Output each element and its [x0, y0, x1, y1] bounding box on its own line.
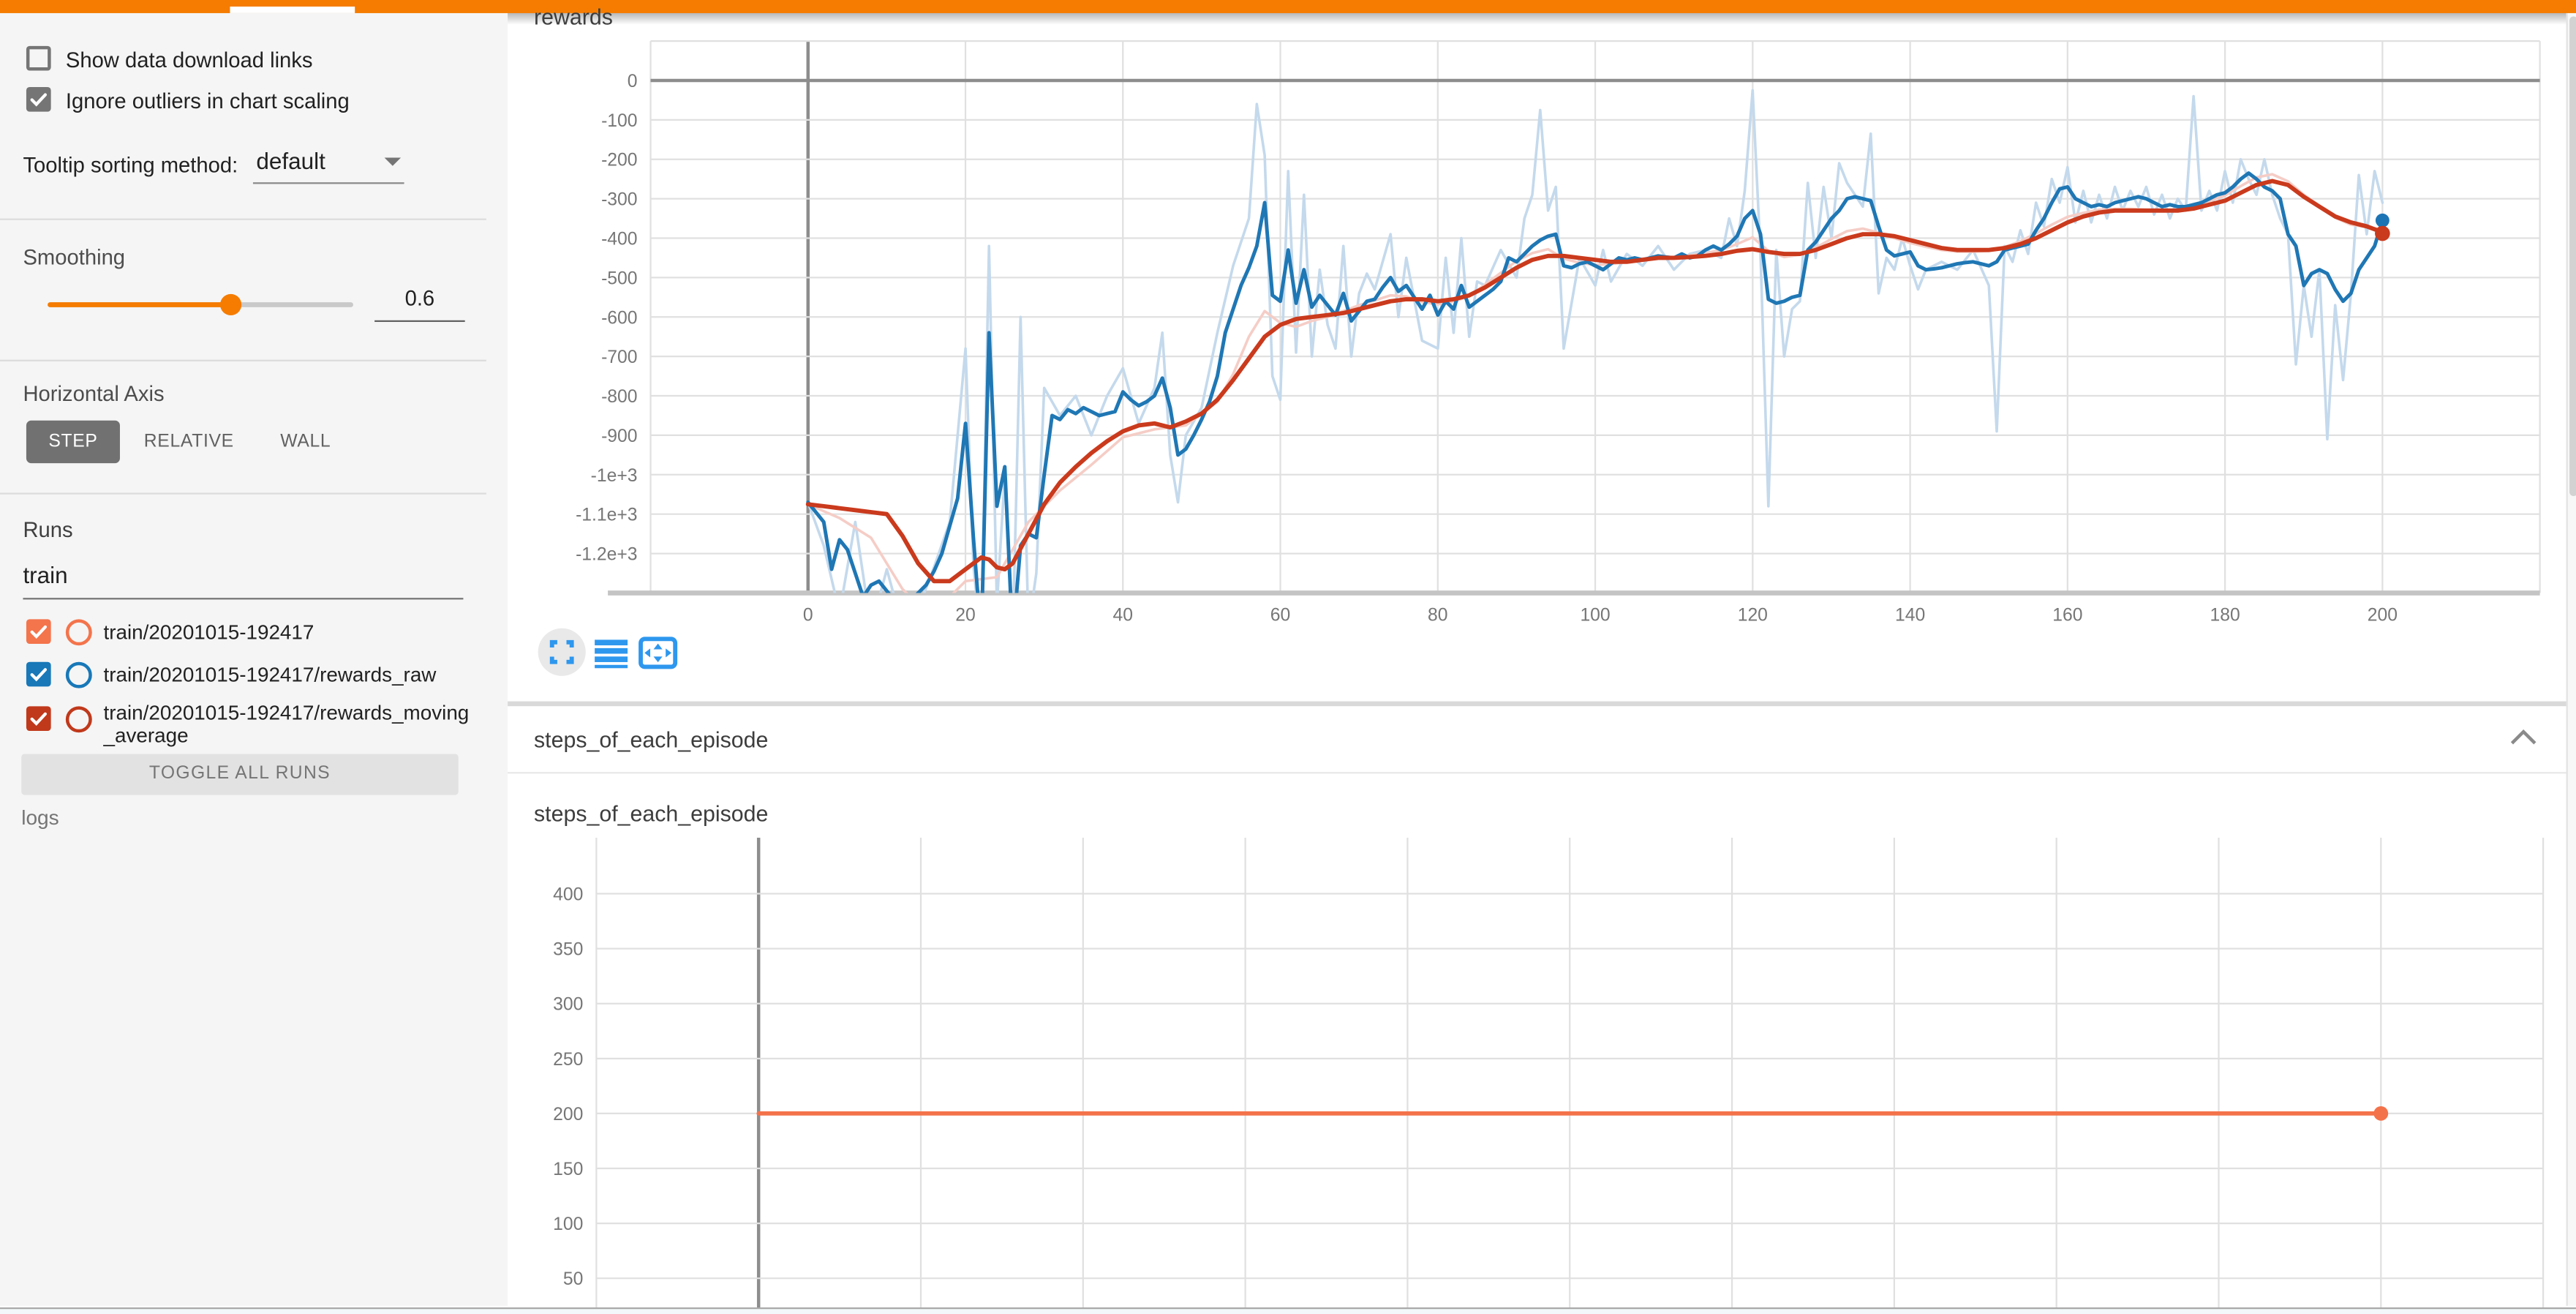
toggle-all-runs-button[interactable]: TOGGLE ALL RUNS [21, 754, 458, 795]
run-label: train/20201015-192417 [104, 621, 472, 644]
ignore-outliers-label: Ignore outliers in chart scaling [66, 89, 350, 113]
fit-domain-icon[interactable] [641, 639, 675, 667]
smoothing-value-field[interactable]: 0.6 [374, 286, 465, 322]
steps-chart[interactable]: 400 350 300 250 200 150 100 50 [542, 838, 2556, 1314]
svg-text:350: 350 [553, 940, 583, 960]
svg-text:300: 300 [553, 995, 583, 1015]
run-radio-icon[interactable] [66, 662, 92, 688]
svg-text:20: 20 [955, 606, 975, 626]
slider-fill [48, 302, 231, 307]
svg-text:150: 150 [553, 1160, 583, 1179]
tooltip-sorting-dropdown[interactable]: default [253, 145, 404, 184]
chevron-down-icon [385, 158, 401, 166]
chart-toolbar [535, 626, 687, 678]
svg-text:120: 120 [1738, 606, 1768, 626]
smoothing-slider[interactable] [48, 302, 353, 307]
svg-text:0: 0 [628, 72, 638, 91]
svg-text:100: 100 [1580, 606, 1610, 626]
run-radio-icon[interactable] [66, 706, 92, 732]
section-title: steps_of_each_episode [534, 728, 768, 753]
show-download-links-checkbox[interactable] [26, 46, 51, 71]
svg-text:160: 160 [2052, 606, 2082, 626]
svg-text:80: 80 [1428, 606, 1447, 626]
logs-text: logs [21, 806, 59, 829]
vertical-scrollbar-thumb[interactable] [2569, 16, 2576, 496]
divider [0, 219, 486, 220]
checkbox-checked-icon[interactable] [26, 87, 51, 112]
horizontal-scrollbar[interactable] [0, 1307, 2576, 1314]
run-label: train/20201015-192417/rewards_moving_ave… [104, 702, 472, 748]
smoothing-label: Smoothing [23, 245, 125, 270]
run-checkbox[interactable] [26, 706, 51, 731]
settings-sidebar [0, 13, 508, 1306]
tooltip-sorting-label: Tooltip sorting method: [23, 153, 238, 178]
tooltip-sorting-value: default [256, 148, 325, 174]
svg-text:40: 40 [1113, 606, 1133, 626]
svg-text:-800: -800 [601, 387, 637, 407]
svg-text:200: 200 [2368, 606, 2398, 626]
horizontal-axis-label: Horizontal Axis [23, 381, 164, 406]
vertical-scrollbar[interactable] [2566, 13, 2576, 1306]
run-row-rewards-moving-average[interactable]: train/20201015-192417/rewards_moving_ave… [26, 702, 51, 731]
rewards-chart[interactable]: 0 20 40 60 80 100 120 140 160 180 200 0 -100 -200 -300… [542, 33, 2556, 637]
run-label: train/20201015-192417/rewards_raw [104, 664, 472, 686]
runs-label: Runs [23, 517, 72, 542]
svg-text:-900: -900 [601, 427, 637, 446]
axis-relative-button[interactable]: RELATIVE [141, 421, 236, 463]
checkbox-unchecked-icon[interactable] [26, 46, 51, 71]
svg-text:-300: -300 [601, 190, 637, 210]
svg-text:-1e+3: -1e+3 [591, 466, 638, 486]
chart-title-rewards: rewards [534, 5, 613, 30]
svg-text:180: 180 [2210, 606, 2240, 626]
run-checkbox[interactable] [26, 619, 51, 644]
svg-text:-1.2e+3: -1.2e+3 [576, 545, 637, 565]
section-header-steps[interactable]: steps_of_each_episode [508, 706, 2566, 773]
ignore-outliers-checkbox[interactable] [26, 87, 51, 112]
run-radio-icon[interactable] [66, 619, 92, 645]
svg-text:-200: -200 [601, 151, 637, 170]
axis-step-button[interactable]: STEP [26, 421, 120, 463]
top-toolbar [0, 0, 2576, 13]
chevron-up-icon[interactable] [2510, 729, 2537, 746]
svg-text:-700: -700 [601, 348, 637, 367]
section-divider [508, 702, 2566, 707]
svg-text:50: 50 [563, 1269, 583, 1289]
expand-chart-button[interactable] [538, 628, 586, 676]
data-table-icon[interactable] [595, 639, 628, 668]
run-row-rewards-raw[interactable]: train/20201015-192417/rewards_raw [26, 662, 51, 687]
tensorboard-app: Show data download links Ignore outliers… [0, 0, 2576, 1314]
svg-text:-500: -500 [601, 269, 637, 288]
svg-text:-1.1e+3: -1.1e+3 [576, 506, 637, 525]
svg-text:140: 140 [1895, 606, 1925, 626]
chart-title-steps: steps_of_each_episode [534, 802, 768, 827]
run-filter-input[interactable] [23, 562, 463, 600]
show-download-links-label: Show data download links [66, 48, 313, 72]
svg-text:0: 0 [803, 606, 813, 626]
active-tab-indicator [230, 6, 355, 13]
svg-text:60: 60 [1270, 606, 1290, 626]
svg-text:-100: -100 [601, 111, 637, 131]
svg-text:100: 100 [553, 1214, 583, 1234]
divider [0, 492, 486, 494]
svg-text:250: 250 [553, 1050, 583, 1070]
svg-text:400: 400 [553, 885, 583, 905]
axis-wall-button[interactable]: WALL [266, 421, 345, 463]
svg-text:-400: -400 [601, 230, 637, 249]
run-checkbox[interactable] [26, 662, 51, 687]
svg-text:-600: -600 [601, 308, 637, 328]
run-row-train[interactable]: train/20201015-192417 [26, 619, 51, 644]
divider [0, 360, 486, 361]
svg-text:200: 200 [553, 1105, 583, 1125]
